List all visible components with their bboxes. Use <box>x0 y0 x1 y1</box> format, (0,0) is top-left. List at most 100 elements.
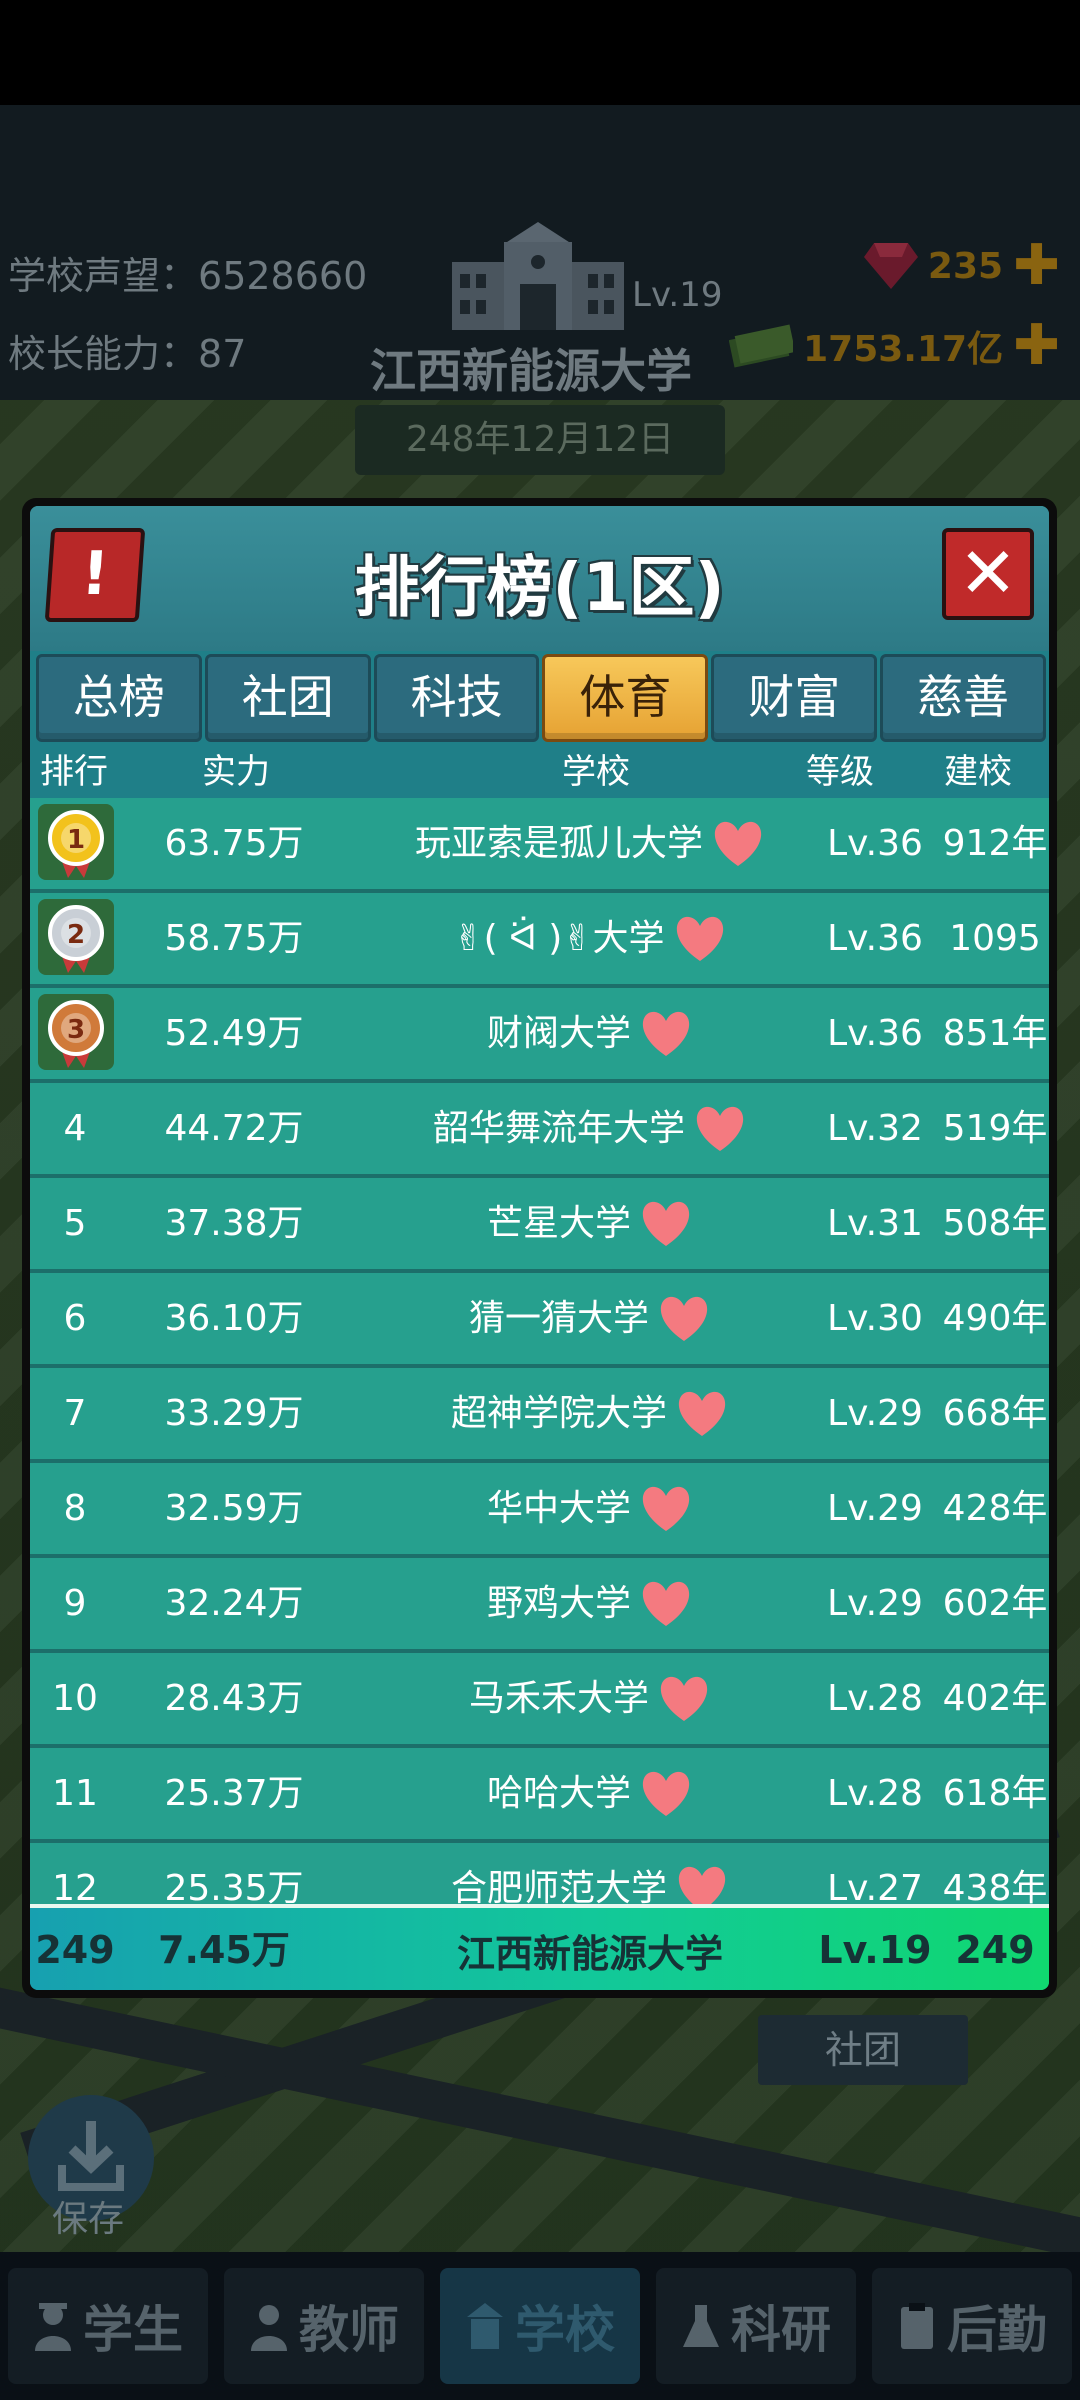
power-value: 32.24万 <box>164 1583 304 1624</box>
money-counter[interactable]: 1753.17亿 ✚ <box>729 318 1060 374</box>
power-value: 36.10万 <box>164 1298 304 1339</box>
tab-5[interactable]: 慈善 <box>880 654 1046 742</box>
bottom-navigation: 学生 教师 学校 科研 后勤 <box>0 2252 1080 2400</box>
my-school-name: 江西新能源大学 <box>456 1931 723 1976</box>
school-name: 韶华舞流年大学 <box>432 1108 685 1149</box>
nav-flask[interactable]: 科研 <box>656 2268 856 2384</box>
school-name: 猜一猜大学 <box>468 1298 649 1339</box>
founded-value: 602年 <box>942 1583 1048 1624</box>
heart-icon[interactable] <box>693 1105 747 1153</box>
nav-school[interactable]: 学校 <box>440 2268 640 2384</box>
table-row[interactable]: 10 28.43万 马禾禾大学 Lv.28 402年 <box>30 1653 1049 1748</box>
rank-medal-icon: 2 <box>38 899 114 975</box>
nav-clipboard[interactable]: 后勤 <box>872 2268 1072 2384</box>
header-power: 实力 <box>202 752 270 792</box>
header-founded: 建校 <box>944 752 1012 792</box>
close-button[interactable]: ✕ <box>942 528 1034 620</box>
level-value: Lv.36 <box>827 1013 923 1054</box>
school-cell: 哈哈大学 <box>330 1748 850 1839</box>
heart-icon[interactable] <box>657 1295 711 1343</box>
school-building-icon[interactable] <box>452 222 624 332</box>
table-row[interactable]: 258.75万 ✌( ᐛ )✌大学 Lv.36 1095年 <box>30 893 1049 1050</box>
nav-label: 学生 <box>83 2301 183 2359</box>
school-cell: 野鸡大学 <box>330 1558 850 1649</box>
power-value: 63.75万 <box>164 823 304 864</box>
founded-value: 490年 <box>942 1298 1048 1339</box>
table-row[interactable]: 5 37.38万 芒星大学 Lv.31 508年 <box>30 1178 1049 1273</box>
svg-text:3: 3 <box>67 1015 85 1045</box>
school-name: 玩亚索是孤儿大学 <box>414 823 703 864</box>
my-school-row[interactable]: 249 7.45万 江西新能源大学 Lv.19 249 <box>30 1904 1049 1990</box>
school-name: 野鸡大学 <box>486 1583 631 1624</box>
svg-text:2: 2 <box>67 920 85 950</box>
level-value: Lv.32 <box>827 1108 923 1149</box>
power-value: 44.72万 <box>164 1108 304 1149</box>
header-rank: 排行 <box>40 752 108 792</box>
heart-icon[interactable] <box>711 820 765 868</box>
heart-icon[interactable] <box>639 1010 693 1058</box>
rank-number: 8 <box>63 1488 87 1529</box>
club-building-tag[interactable]: 社团 <box>758 2015 968 2085</box>
add-money-icon[interactable]: ✚ <box>1013 318 1060 374</box>
school-level: Lv.19 <box>632 275 723 315</box>
leaderboard-title-bar: ! 排行榜(1区) ✕ <box>30 506 1049 651</box>
heart-icon[interactable] <box>673 915 727 963</box>
table-row[interactable]: 9 32.24万 野鸡大学 Lv.29 602年 <box>30 1558 1049 1653</box>
power-value: 33.29万 <box>164 1393 304 1434</box>
founded-value: 519年 <box>942 1108 1048 1149</box>
tab-0[interactable]: 总榜 <box>36 654 202 742</box>
table-row[interactable]: 4 44.72万 韶华舞流年大学 Lv.32 519年 <box>30 1083 1049 1178</box>
power-value: 52.49万 <box>164 1013 304 1054</box>
svg-text:1: 1 <box>67 825 85 855</box>
flask-icon <box>683 2305 719 2347</box>
school-name: 超神学院大学 <box>450 1393 667 1434</box>
nav-label: 学校 <box>515 2301 615 2359</box>
heart-icon[interactable] <box>675 1390 729 1438</box>
gem-icon <box>863 243 918 289</box>
school-cell: ✌( ᐛ )✌大学 <box>330 893 850 984</box>
leaderboard-tabs: 总榜 社团 科技 体育 财富 慈善 <box>36 654 1046 742</box>
nav-label: 科研 <box>731 2301 831 2359</box>
table-row[interactable]: 11 25.37万 哈哈大学 Lv.28 618年 <box>30 1748 1049 1843</box>
add-gems-icon[interactable]: ✚ <box>1013 238 1060 294</box>
game-date: 248年12月12日 <box>355 405 725 475</box>
school-name: 江西新能源大学 <box>370 344 692 398</box>
tab-4[interactable]: 财富 <box>711 654 878 742</box>
founded-value: 508年 <box>942 1203 1048 1244</box>
school-cell: 芒星大学 <box>330 1178 850 1269</box>
my-level: Lv.19 <box>818 1928 932 1972</box>
clipboard-icon <box>901 2303 933 2349</box>
rank-number: 4 <box>63 1108 87 1149</box>
gem-counter[interactable]: 235 ✚ <box>863 238 1060 294</box>
school-cell: 财阀大学 <box>330 988 850 1079</box>
tab-2[interactable]: 科技 <box>373 654 540 742</box>
founded-value: 912年 <box>942 823 1048 864</box>
school-cell: 超神学院大学 <box>330 1368 850 1459</box>
tab-1[interactable]: 社团 <box>204 654 371 742</box>
power-value: 32.59万 <box>164 1488 304 1529</box>
table-row[interactable]: 6 36.10万 猜一猜大学 Lv.30 490年 <box>30 1273 1049 1368</box>
school-name: 芒星大学 <box>486 1203 631 1244</box>
nav-teacher[interactable]: 教师 <box>224 2268 424 2384</box>
table-row[interactable]: 1 63.75万 玩亚索是孤儿大学 Lv.36 912年 <box>30 798 1049 893</box>
school-name: 华中大学 <box>486 1488 631 1529</box>
heart-icon[interactable] <box>639 1485 693 1533</box>
nav-student[interactable]: 学生 <box>8 2268 208 2384</box>
table-row[interactable]: 3 52.49万 财阀大学 Lv.36 851年 <box>30 988 1049 1083</box>
table-row[interactable]: 8 32.59万 华中大学 Lv.29 428年 <box>30 1463 1049 1558</box>
table-row[interactable]: 7 33.29万 超神学院大学 Lv.29 668年 <box>30 1368 1049 1463</box>
heart-icon[interactable] <box>639 1200 693 1248</box>
my-power: 7.45万 <box>158 1928 290 1972</box>
level-value: Lv.29 <box>827 1393 923 1434</box>
heart-icon[interactable] <box>639 1580 693 1628</box>
tab-3[interactable]: 体育 <box>542 654 709 742</box>
status-bar <box>0 0 1080 105</box>
rank-number: 10 <box>52 1678 98 1719</box>
nav-label: 教师 <box>299 2301 399 2359</box>
leaderboard-modal: ! 排行榜(1区) ✕ 总榜 社团 科技 体育 财富 慈善 排行 实力 学校 等级 建校 … <box>22 498 1057 1998</box>
heart-icon[interactable] <box>657 1675 711 1723</box>
heart-icon[interactable] <box>639 1770 693 1818</box>
save-label: 保存 <box>52 2199 125 2240</box>
founded-value: 428年 <box>942 1488 1048 1529</box>
level-value: Lv.36 <box>827 918 923 959</box>
